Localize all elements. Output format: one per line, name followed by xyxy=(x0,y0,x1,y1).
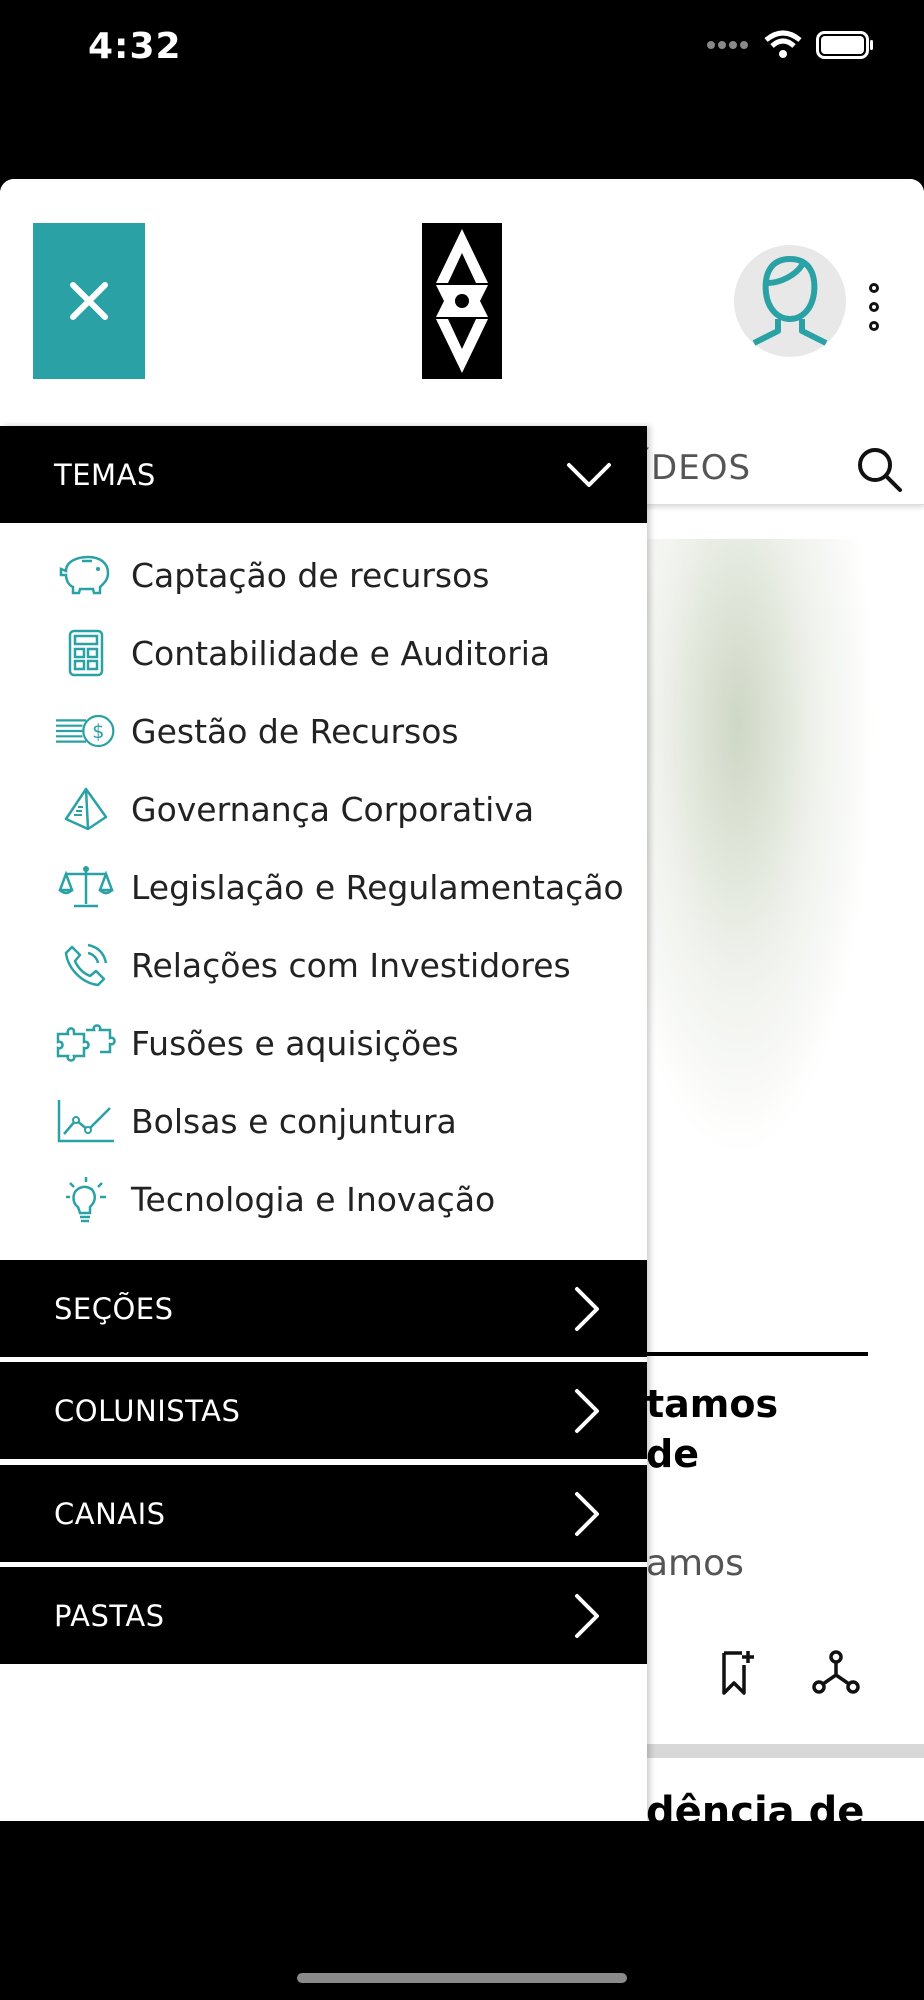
chevron-right-icon xyxy=(575,1286,599,1331)
chevron-down-icon xyxy=(567,462,611,487)
article-separator xyxy=(646,1744,924,1758)
topic-label: Captação de recursos xyxy=(131,555,490,595)
menu-section-temas[interactable]: TEMAS xyxy=(0,426,647,523)
search-button[interactable] xyxy=(854,444,904,498)
topic-item-tecnologia[interactable]: Tecnologia e Inovação xyxy=(0,1160,647,1238)
cellular-signal-icon xyxy=(707,41,748,49)
chevron-right-icon xyxy=(575,1593,599,1638)
battery-icon xyxy=(816,31,873,59)
menu-section-pastas[interactable]: PASTAS xyxy=(0,1567,647,1664)
more-options-button[interactable] xyxy=(862,283,886,331)
topic-item-contabilidade[interactable]: Contabilidade e Auditoria xyxy=(0,614,647,692)
user-avatar-icon xyxy=(752,255,828,346)
menu-section-label: PASTAS xyxy=(54,1598,165,1633)
article-illustration xyxy=(646,539,876,1159)
lightbulb-icon xyxy=(56,1174,116,1224)
line-chart-icon xyxy=(56,1096,116,1146)
user-avatar-button[interactable] xyxy=(734,245,846,357)
article-actions xyxy=(720,1649,860,1697)
calculator-icon xyxy=(56,628,116,678)
topic-item-relacoes[interactable]: Relações com Investidores xyxy=(0,926,647,1004)
topic-item-fusoes[interactable]: Fusões e aquisições xyxy=(0,1004,647,1082)
menu-section-label: CANAIS xyxy=(54,1496,166,1531)
topic-label: Governança Corporativa xyxy=(131,789,535,829)
article-divider xyxy=(646,1352,868,1356)
topic-label: Bolsas e conjuntura xyxy=(131,1101,457,1141)
article-headline[interactable]: tamos de xyxy=(646,1379,906,1479)
topic-item-gestao[interactable]: $ Gestão de Recursos xyxy=(0,692,647,770)
menu-section-label: COLUNISTAS xyxy=(54,1393,241,1428)
chevron-right-icon xyxy=(575,1491,599,1536)
menu-section-secoes[interactable]: SEÇÕES xyxy=(0,1260,647,1357)
topic-label: Gestão de Recursos xyxy=(131,711,459,751)
brand-logo[interactable] xyxy=(422,223,502,379)
topic-label: Contabilidade e Auditoria xyxy=(131,633,551,673)
topic-item-governanca[interactable]: Governança Corporativa xyxy=(0,770,647,848)
puzzle-icon xyxy=(56,1018,116,1068)
menu-section-colunistas[interactable]: COLUNISTAS xyxy=(0,1362,647,1459)
close-menu-button[interactable] xyxy=(33,223,145,379)
logo-icon xyxy=(422,223,502,379)
app-header xyxy=(0,179,924,424)
menu-section-label: SEÇÕES xyxy=(54,1291,174,1326)
status-icons xyxy=(706,30,874,60)
kebab-dot xyxy=(869,283,879,293)
search-icon xyxy=(858,448,902,492)
next-article-headline[interactable]: dência de xyxy=(646,1789,864,1821)
kebab-dot xyxy=(869,321,879,331)
svg-text:$: $ xyxy=(92,720,104,743)
topic-label: Fusões e aquisições xyxy=(131,1023,459,1063)
kebab-dot xyxy=(869,302,879,312)
home-indicator[interactable] xyxy=(297,1973,627,1983)
menu-section-canais[interactable]: CANAIS xyxy=(0,1465,647,1562)
side-menu: TEMAS Captação de recursos Contabilidade… xyxy=(0,426,647,1821)
app-sheet: ÍDEOS tamos de amos dência de TEMAS Capt… xyxy=(0,179,924,1821)
topic-item-captacao[interactable]: Captação de recursos xyxy=(0,536,647,614)
topic-item-bolsas[interactable]: Bolsas e conjuntura xyxy=(0,1082,647,1160)
coin-speed-icon: $ xyxy=(56,706,116,756)
topic-label: Legislação e Regulamentação xyxy=(131,867,624,907)
bookmark-add-icon[interactable] xyxy=(720,1649,756,1697)
phone-icon xyxy=(56,940,116,990)
status-bar: 4:32 xyxy=(0,0,924,100)
chevron-right-icon xyxy=(575,1388,599,1433)
share-icon[interactable] xyxy=(812,1649,860,1697)
wifi-icon xyxy=(764,30,802,58)
scales-icon xyxy=(56,862,116,912)
topic-label: Relações com Investidores xyxy=(131,945,571,985)
article-subtitle: amos xyxy=(646,1543,744,1584)
piggy-bank-icon xyxy=(56,550,116,600)
close-icon xyxy=(70,282,108,320)
pyramid-icon xyxy=(56,784,116,834)
topic-label: Tecnologia e Inovação xyxy=(131,1179,496,1219)
tab-videos[interactable]: ÍDEOS xyxy=(640,448,751,488)
status-time: 4:32 xyxy=(88,26,182,67)
menu-section-label: TEMAS xyxy=(54,457,156,492)
topic-item-legislacao[interactable]: Legislação e Regulamentação xyxy=(0,848,647,926)
